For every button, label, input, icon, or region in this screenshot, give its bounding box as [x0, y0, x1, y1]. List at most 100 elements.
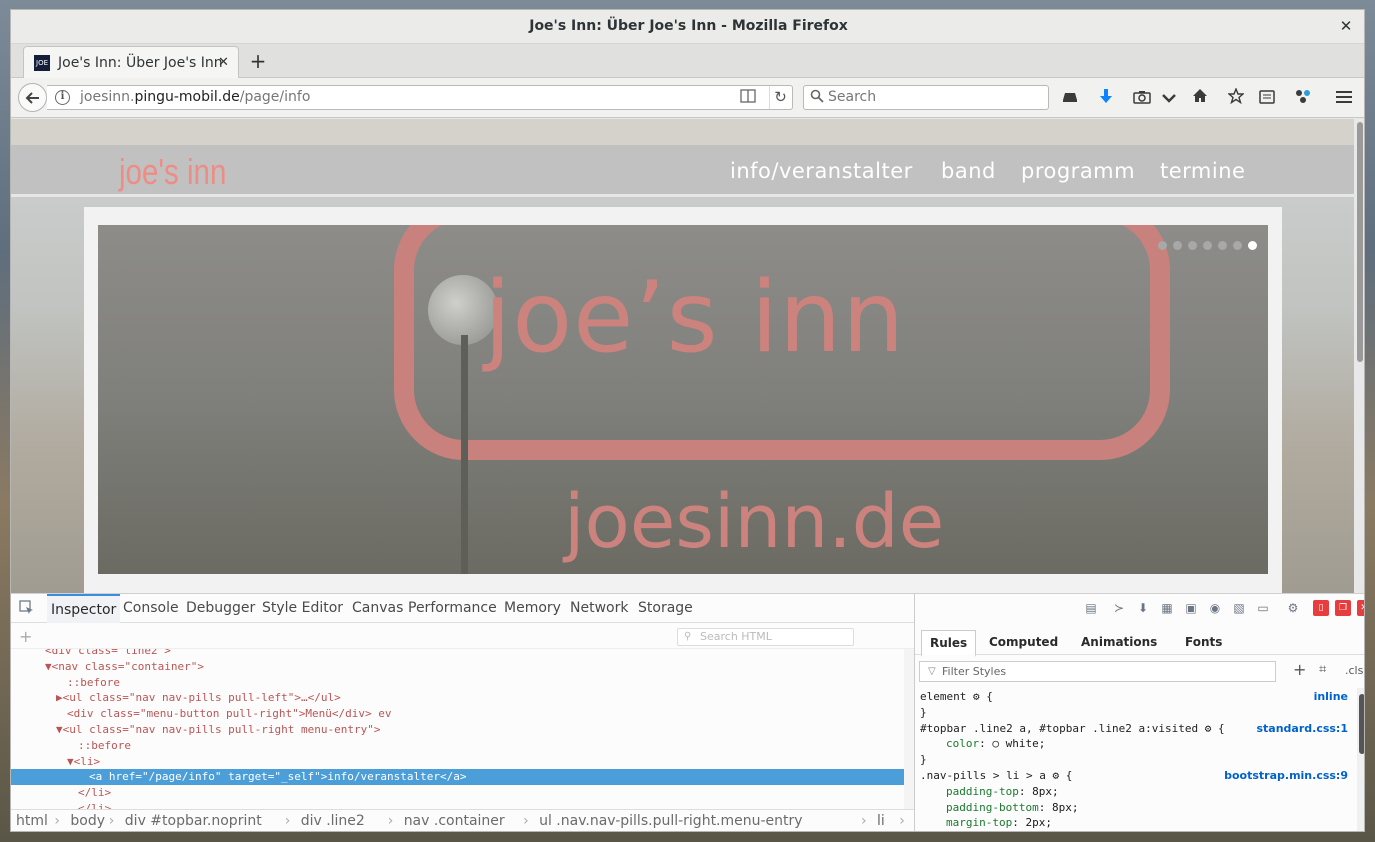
camera-icon[interactable]: ◉ [1207, 600, 1223, 616]
css-rule-line[interactable]: .nav-pills > li > a ⚙ {bootstrap.min.css… [920, 768, 1352, 784]
css-property[interactable]: padding-bottom [946, 801, 1039, 814]
css-value[interactable]: ○ white; [992, 737, 1045, 750]
url-text[interactable]: joesinn.pingu-mobil.de/page/info [80, 86, 310, 109]
breadcrumb-item[interactable]: nav .container [404, 810, 505, 831]
new-tab-button[interactable]: + [245, 46, 271, 76]
extension-icon[interactable] [1292, 88, 1314, 110]
breadcrumb-item[interactable]: li [877, 810, 885, 831]
menu-hamburger-icon[interactable] [1333, 88, 1355, 110]
css-value[interactable]: 2px; [1025, 816, 1052, 829]
css-value[interactable]: 8px; [1032, 785, 1059, 798]
markup-node-selected[interactable]: <a href="/page/info" target="_self">info… [11, 769, 904, 786]
nav-band[interactable]: band [941, 159, 996, 183]
css-value[interactable]: 8px; [1052, 801, 1079, 814]
split-console-icon[interactable]: ▤ [1083, 600, 1099, 616]
breadcrumb-item[interactable]: html [16, 810, 48, 831]
gear-icon[interactable]: ⚙ [1285, 600, 1301, 616]
url-bar[interactable]: i joesinn.pingu-mobil.de/page/info ↻ [47, 85, 793, 110]
scratchpad-icon[interactable]: ▦ [1159, 600, 1175, 616]
css-property[interactable]: color [946, 737, 979, 750]
home-icon[interactable] [1189, 88, 1211, 110]
breadcrumb-item[interactable]: div .line2 [301, 810, 365, 831]
css-rule-line[interactable]: padding-top: 8px; [920, 784, 1352, 800]
markup-node[interactable]: ::before [11, 738, 904, 754]
site-logo[interactable]: joe's inn [119, 151, 226, 193]
css-rule-line[interactable]: color: ○ white; [920, 736, 1352, 752]
devtools-tab-network[interactable]: Network [566, 594, 632, 623]
devtools-tab-debugger[interactable]: Debugger [182, 594, 259, 623]
tab-close-icon[interactable]: ✕ [218, 47, 229, 79]
bookmark-star-icon[interactable] [1225, 87, 1247, 110]
devtools-tab-memory[interactable]: Memory [500, 594, 565, 623]
markup-node[interactable]: </li> [11, 801, 904, 809]
rules-view[interactable]: element ⚙ {inline} #topbar .line2 a, #top… [915, 688, 1357, 831]
slider-dot[interactable] [1203, 241, 1212, 250]
css-property[interactable]: margin-top [946, 816, 1012, 829]
devtools-tab-console[interactable]: Console [119, 594, 183, 623]
ruler-icon[interactable]: ▭ [1255, 600, 1271, 616]
screenshot-icon[interactable] [1131, 88, 1153, 110]
paintbrush-icon[interactable]: ⬇ [1135, 600, 1151, 616]
nav-programm[interactable]: programm [1021, 159, 1135, 183]
toggle-pseudo-class-icon[interactable]: ⌗ [1319, 662, 1326, 677]
slider-dot[interactable] [1248, 241, 1257, 250]
slider-dot[interactable] [1233, 241, 1242, 250]
markup-node[interactable]: ▼<li> [11, 754, 904, 770]
css-source-link[interactable]: inline [1314, 689, 1348, 705]
css-rule-line[interactable]: element ⚙ {inline [920, 689, 1352, 705]
pocket-save-icon[interactable] [1158, 88, 1180, 110]
reading-list-icon[interactable] [1256, 88, 1278, 110]
css-source-link[interactable]: bootstrap.min.css:9 [1224, 768, 1348, 784]
markup-node[interactable]: ▶<ul class="nav nav-pills pull-left">…</… [11, 690, 904, 706]
sidebar-tab-fonts[interactable]: Fonts [1177, 630, 1230, 654]
nav-termine[interactable]: termine [1160, 159, 1245, 183]
css-property[interactable]: padding-top [946, 785, 1019, 798]
responsive-icon[interactable]: ▣ [1183, 600, 1199, 616]
console-icon[interactable]: ≻ [1111, 600, 1127, 616]
markup-node[interactable]: <div class="menu-button pull-right">Menü… [11, 706, 904, 722]
undock-icon[interactable]: ❐ [1335, 600, 1351, 616]
element-picker-icon[interactable] [19, 600, 35, 616]
slider-dot[interactable] [1188, 241, 1197, 250]
slider-dot[interactable] [1158, 241, 1167, 250]
css-rule-line[interactable]: } [920, 705, 1352, 721]
devtools-tab-storage[interactable]: Storage [634, 594, 697, 623]
pocket-icon[interactable] [1059, 88, 1081, 110]
add-rule-icon[interactable]: + [1293, 660, 1306, 679]
close-devtools-icon[interactable]: ✕ [1357, 600, 1364, 616]
markup-node[interactable]: ▼<ul class="nav nav-pills pull-right men… [11, 722, 904, 738]
cls-toggle[interactable]: .cls [1345, 664, 1363, 677]
css-rule-line[interactable]: #topbar .line2 a, #topbar .line2 a:visit… [920, 721, 1352, 737]
sidebar-tab-rules[interactable]: Rules [921, 630, 977, 657]
hero-slider[interactable]: joe’s inn joesinn.de [98, 225, 1268, 574]
markup-node[interactable]: <div class="line2"> [11, 649, 904, 659]
page-scrollbar-thumb[interactable] [1357, 122, 1363, 362]
markup-node[interactable]: </li> [11, 785, 904, 801]
sidebar-tab-animations[interactable]: Animations [1073, 630, 1165, 654]
sidebar-tab-computed[interactable]: Computed [981, 630, 1066, 654]
css-rule-line[interactable]: } [920, 752, 1352, 768]
markup-node[interactable]: ▼<nav class="container"> [11, 659, 904, 675]
breadcrumb-item[interactable]: body [70, 810, 105, 831]
back-button[interactable] [18, 83, 47, 112]
markup-view[interactable]: <div class="line2"> ▼<nav class="containe… [11, 649, 904, 809]
slider-dot[interactable] [1218, 241, 1227, 250]
css-rule-line[interactable]: margin-top: 2px; [920, 815, 1352, 831]
site-info-icon[interactable]: i [55, 90, 70, 105]
search-html-input[interactable]: ⚲ Search HTML [677, 628, 854, 646]
breadcrumb-item[interactable]: ul .nav.nav-pills.pull-right.menu-entry [539, 810, 802, 831]
filter-styles-input[interactable]: ▽ Filter Styles [919, 661, 1276, 682]
markup-node[interactable]: ::before [11, 675, 904, 691]
devtools-tab-performance[interactable]: Performance [404, 594, 501, 623]
rules-scrollbar-thumb[interactable] [1359, 694, 1364, 754]
search-bar[interactable]: Search [803, 85, 1049, 110]
css-source-link[interactable]: standard.css:1 [1256, 721, 1348, 737]
window-close-button[interactable]: ✕ [1336, 10, 1356, 43]
browser-tab[interactable]: JOE Joe's Inn: Über Joe's Inn ✕ [23, 46, 239, 78]
reload-icon[interactable]: ↻ [769, 86, 791, 109]
downloads-icon[interactable] [1095, 88, 1117, 110]
breadcrumb-item[interactable]: div #topbar.noprint [125, 810, 262, 831]
reader-view-icon[interactable] [739, 89, 757, 105]
add-node-icon[interactable]: + [19, 627, 32, 646]
slider-dot[interactable] [1173, 241, 1182, 250]
